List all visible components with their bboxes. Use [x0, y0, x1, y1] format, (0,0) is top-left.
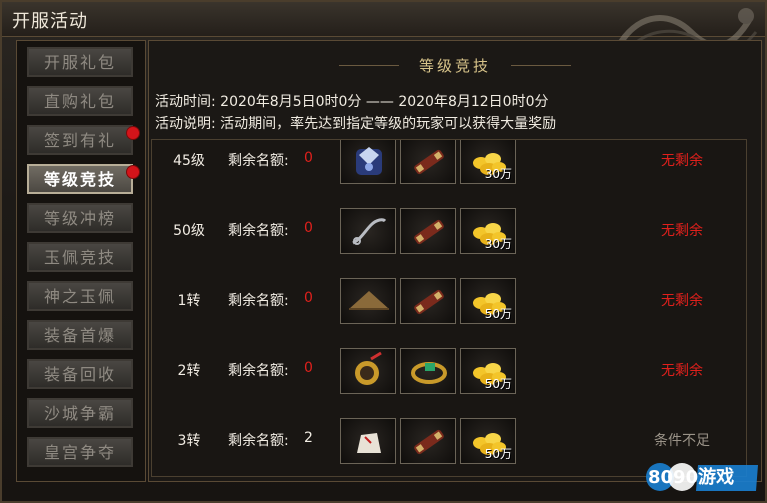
notification-dot — [126, 165, 140, 179]
site-logo-icon: 8090游戏 — [646, 463, 758, 491]
jade-bracelet-icon — [411, 362, 447, 384]
sidebar-item[interactable]: 签到有礼 — [27, 125, 133, 155]
main-panel: 等级竞技 活动时间: 2020年8月5日0时0分 —— 2020年8月12日0时… — [148, 40, 762, 482]
sidebar-item[interactable]: 玉佩竞技 — [27, 242, 133, 272]
reward-quantity: 30万 — [484, 167, 512, 181]
quota-label: 剩余名额: — [228, 153, 289, 169]
reward-slot[interactable]: 50万 — [460, 418, 516, 464]
sidebar: 开服礼包直购礼包签到有礼等级竞技等级冲榜玉佩竞技神之玉佩装备首爆装备回收沙城争霸… — [16, 40, 146, 482]
sidebar-item[interactable]: 神之玉佩 — [27, 281, 133, 311]
row-level: 45级 — [173, 153, 205, 169]
quota-value: 0 — [304, 150, 313, 166]
quota-value: 0 — [304, 220, 313, 236]
row-level: 3转 — [177, 433, 201, 449]
scroll-icon — [414, 219, 444, 245]
reward-row: 1转 剩余名额: 0 50万 无剩余 — [152, 278, 746, 348]
blue-gem-pouch-icon — [356, 147, 382, 175]
reward-slot[interactable] — [340, 418, 396, 464]
quota-label: 剩余名额: — [228, 293, 289, 309]
quota-value: 0 — [304, 290, 313, 306]
activity-description: 活动说明: 活动期间，率先达到指定等级的玩家可以获得大量奖励 — [155, 116, 557, 132]
claim-status[interactable]: 无剩余 — [622, 150, 742, 170]
scroll-icon — [414, 149, 444, 175]
scroll-icon — [414, 429, 444, 455]
claim-status[interactable]: 无剩余 — [622, 360, 742, 380]
reward-slot[interactable]: 30万 — [460, 208, 516, 254]
row-level: 2转 — [177, 363, 201, 379]
reward-quantity: 50万 — [484, 377, 512, 391]
claim-status[interactable]: 无剩余 — [622, 220, 742, 240]
quota-value: 2 — [304, 430, 313, 446]
sidebar-item[interactable]: 装备首爆 — [27, 320, 133, 350]
sidebar-item[interactable]: 皇宫争夺 — [27, 437, 133, 467]
quota-label: 剩余名额: — [228, 363, 289, 379]
row-level: 50级 — [173, 223, 205, 239]
reward-slot[interactable]: 50万 — [460, 278, 516, 324]
quota-value: 0 — [304, 360, 313, 376]
reward-quantity: 50万 — [484, 307, 512, 321]
claim-status[interactable]: 无剩余 — [622, 290, 742, 310]
sidebar-item[interactable]: 直购礼包 — [27, 86, 133, 116]
watermark-text: 8090游戏 — [648, 466, 734, 488]
quota-label: 剩余名额: — [228, 223, 289, 239]
reward-slot[interactable] — [400, 140, 456, 184]
reward-slot[interactable] — [340, 208, 396, 254]
notification-dot — [126, 126, 140, 140]
panel-title: 等级竞技 — [418, 57, 491, 75]
reward-slot[interactable] — [400, 208, 456, 254]
reward-quantity: 50万 — [484, 447, 512, 461]
reward-row: 50级 剩余名额: 0 30万 无剩余 — [152, 208, 746, 278]
activity-time: 活动时间: 2020年8月5日0时0分 —— 2020年8月12日0时0分 — [155, 94, 549, 110]
straw-hat-icon — [349, 291, 389, 310]
chain-weapon-icon — [352, 218, 387, 245]
scroll-icon — [414, 289, 444, 315]
reward-slot[interactable]: 50万 — [460, 348, 516, 394]
reward-slot[interactable] — [340, 140, 396, 184]
reward-quantity: 30万 — [484, 237, 512, 251]
reward-list[interactable]: 45级 剩余名额: 0 30万 无剩余 50级 剩余名额: 0 30万 无剩余 1转 剩余名额: 0 50… — [151, 139, 747, 477]
sidebar-item[interactable]: 开服礼包 — [27, 47, 133, 77]
reward-slot[interactable] — [340, 278, 396, 324]
quota-label: 剩余名额: — [228, 433, 289, 449]
reward-row: 45级 剩余名额: 0 30万 无剩余 — [152, 140, 746, 208]
window-title: 开服活动 — [12, 11, 88, 32]
panel-header: 等级竞技 — [149, 41, 761, 81]
reward-slot[interactable] — [340, 348, 396, 394]
activity-window: 开服活动 开服礼包 直购礼包 签到有礼 等级竞技 等级冲榜 玉佩竞技 神之玉佩 装备首爆 装备回… — [0, 0, 767, 503]
medal-icon — [355, 351, 382, 385]
reward-slot[interactable] — [400, 348, 456, 394]
sidebar-item[interactable]: 沙城争霸 — [27, 398, 133, 428]
reward-slot[interactable] — [400, 278, 456, 324]
sidebar-item[interactable]: 等级冲榜 — [27, 203, 133, 233]
row-level: 1转 — [177, 293, 201, 309]
sidebar-item[interactable]: 装备回收 — [27, 359, 133, 389]
title-bar: 开服活动 — [2, 2, 765, 54]
reward-row: 2转 剩余名额: 0 50万 无剩余 — [152, 348, 746, 418]
cloth-bag-icon — [357, 433, 381, 453]
reward-slot[interactable] — [400, 418, 456, 464]
sidebar-item[interactable]: 等级竞技 — [27, 164, 133, 194]
reward-slot[interactable]: 30万 — [460, 140, 516, 184]
